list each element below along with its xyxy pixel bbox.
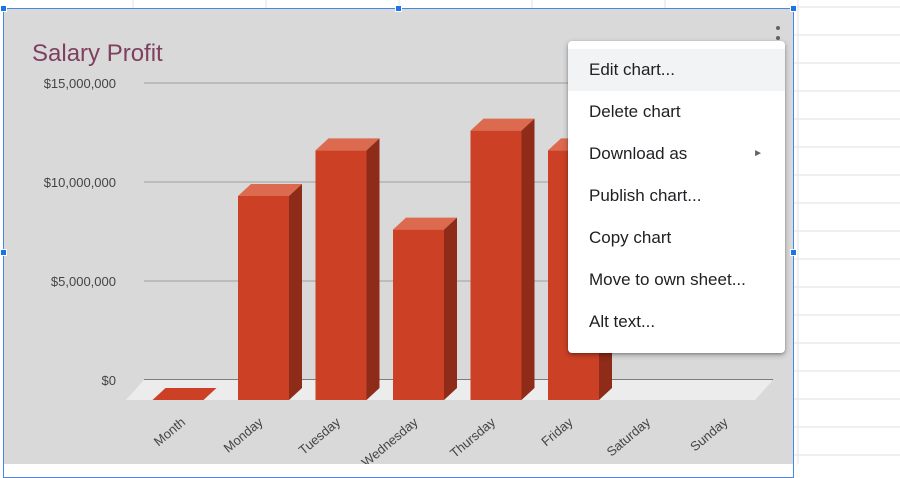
menu-item-label: Publish chart... <box>589 186 702 205</box>
x-tick-label: Wednesday <box>359 414 421 464</box>
resize-handle-middle-left[interactable] <box>0 249 7 256</box>
y-tick-label: $15,000,000 <box>44 76 116 91</box>
bar-monday[interactable] <box>238 183 302 400</box>
resize-handle-top-left[interactable] <box>0 5 7 12</box>
x-tick-label: Monday <box>221 414 266 456</box>
x-tick-label: Month <box>151 414 188 449</box>
x-tick-label: Tuesday <box>296 414 344 458</box>
menu-item-publish-chart[interactable]: Publish chart... <box>568 175 785 217</box>
menu-item-delete-chart[interactable]: Delete chart <box>568 91 785 133</box>
resize-handle-middle-right[interactable] <box>790 249 797 256</box>
x-tick-label: Friday <box>538 414 576 449</box>
y-tick-label: $0 <box>102 373 116 388</box>
kebab-dot <box>776 26 780 30</box>
triangle-right-icon: ► <box>753 148 763 159</box>
menu-item-move-to-own-sheet[interactable]: Move to own sheet... <box>568 259 785 301</box>
menu-item-copy-chart[interactable]: Copy chart <box>568 217 785 259</box>
menu-item-edit-chart[interactable]: Edit chart... <box>568 49 785 91</box>
menu-item-label: Move to own sheet... <box>589 270 746 289</box>
menu-item-alt-text[interactable]: Alt text... <box>568 301 785 343</box>
resize-handle-top-middle[interactable] <box>395 5 402 12</box>
x-tick-label: Sunday <box>687 414 731 454</box>
kebab-dot <box>776 36 780 40</box>
x-tick-label: Saturday <box>604 414 654 459</box>
x-tick-label: Thursday <box>447 414 499 461</box>
bar-wednesday[interactable] <box>393 217 457 400</box>
menu-item-label: Alt text... <box>589 312 656 331</box>
menu-item-label: Edit chart... <box>589 60 675 79</box>
chart-context-menu: Edit chart... Delete chart Download as ►… <box>568 41 785 353</box>
menu-item-download-as[interactable]: Download as ► <box>568 133 785 175</box>
resize-handle-top-right[interactable] <box>790 5 797 12</box>
y-tick-label: $10,000,000 <box>44 175 116 190</box>
y-tick-label: $5,000,000 <box>51 274 116 289</box>
menu-item-label: Copy chart <box>589 228 672 247</box>
bar-tuesday[interactable] <box>315 138 380 400</box>
bar-thursday[interactable] <box>470 118 535 400</box>
menu-item-label: Delete chart <box>589 102 681 121</box>
menu-item-label: Download as <box>589 144 688 163</box>
